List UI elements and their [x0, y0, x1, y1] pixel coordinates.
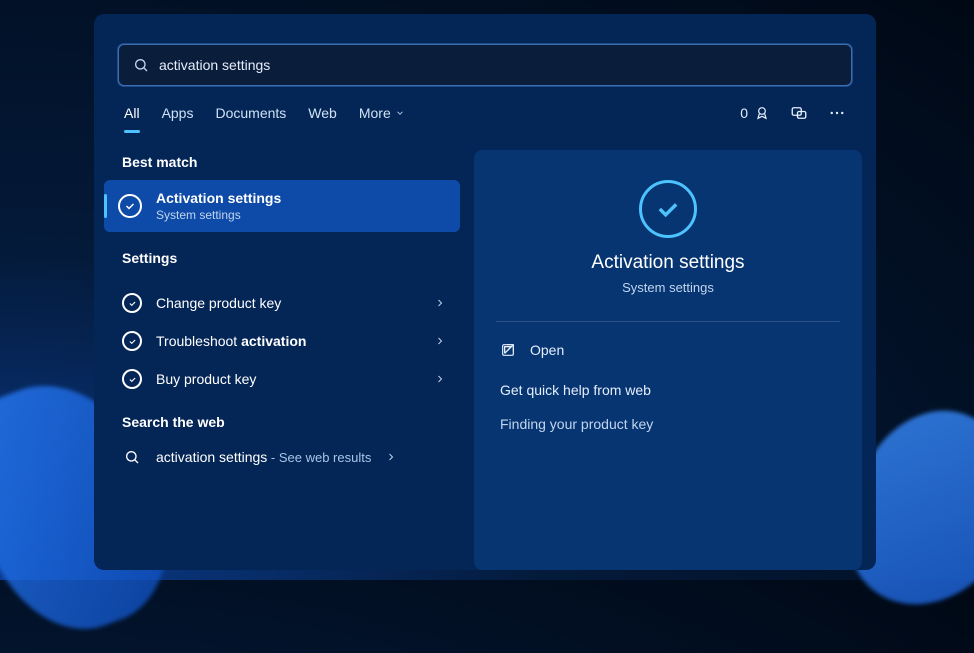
- chat-icon-button[interactable]: [790, 104, 808, 122]
- setting-change-product-key[interactable]: Change product key: [104, 284, 464, 322]
- check-circle-icon: [122, 369, 142, 389]
- best-match-title: Activation settings: [156, 190, 281, 206]
- check-circle-icon: [122, 331, 142, 351]
- web-search-result[interactable]: activation settings - See web results: [104, 440, 464, 474]
- search-icon: [124, 449, 140, 465]
- search-input[interactable]: [159, 57, 837, 73]
- tab-documents[interactable]: Documents: [215, 105, 286, 133]
- filter-tabs: All Apps Documents Web More 0: [94, 86, 876, 134]
- chevron-right-icon: [385, 451, 397, 463]
- web-result-label: activation settings - See web results: [156, 449, 371, 465]
- setting-label: Troubleshoot activation: [156, 333, 420, 349]
- best-match-subtitle: System settings: [156, 208, 281, 222]
- chevron-right-icon: [434, 297, 446, 309]
- more-options-button[interactable]: [828, 104, 846, 122]
- help-link-product-key[interactable]: Finding your product key: [500, 416, 836, 432]
- medal-icon: [754, 105, 770, 121]
- setting-buy-product-key[interactable]: Buy product key: [104, 360, 464, 398]
- detail-panel: Activation settings System settings Open…: [474, 150, 862, 570]
- open-label: Open: [530, 342, 564, 358]
- search-box[interactable]: [118, 44, 852, 86]
- divider: [496, 321, 840, 322]
- chevron-right-icon: [434, 373, 446, 385]
- section-search-web: Search the web: [104, 406, 464, 440]
- open-action[interactable]: Open: [500, 336, 836, 364]
- tab-more[interactable]: More: [359, 105, 405, 133]
- tab-all[interactable]: All: [124, 105, 140, 133]
- best-match-result[interactable]: Activation settings System settings: [104, 180, 460, 232]
- detail-subtitle: System settings: [500, 280, 836, 295]
- chat-icon: [790, 104, 808, 122]
- results-column: Best match Activation settings System se…: [104, 150, 464, 570]
- chevron-right-icon: [434, 335, 446, 347]
- setting-label: Change product key: [156, 295, 420, 311]
- tab-web[interactable]: Web: [308, 105, 337, 133]
- search-icon: [133, 57, 149, 73]
- section-best-match: Best match: [104, 150, 464, 180]
- setting-troubleshoot-activation[interactable]: Troubleshoot activation: [104, 322, 464, 360]
- detail-title: Activation settings: [500, 252, 836, 274]
- tab-apps[interactable]: Apps: [162, 105, 194, 133]
- setting-label: Buy product key: [156, 371, 420, 387]
- rewards-badge[interactable]: 0: [740, 105, 770, 121]
- help-header: Get quick help from web: [500, 382, 836, 398]
- rewards-count: 0: [740, 105, 748, 121]
- section-settings: Settings: [104, 232, 464, 276]
- search-panel: All Apps Documents Web More 0 Best match: [94, 14, 876, 570]
- chevron-down-icon: [395, 108, 405, 118]
- ellipsis-icon: [828, 104, 846, 122]
- open-external-icon: [500, 342, 516, 358]
- check-circle-icon-large: [639, 180, 697, 238]
- check-circle-icon: [122, 293, 142, 313]
- check-circle-icon: [118, 194, 142, 218]
